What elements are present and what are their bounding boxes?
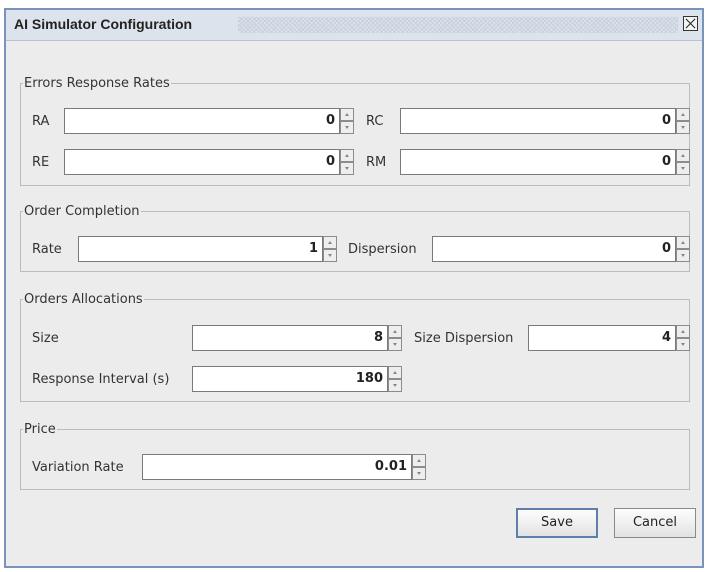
rm-spinner[interactable]: 0	[400, 149, 690, 175]
rm-decrement-button[interactable]	[676, 162, 690, 175]
rm-increment-button[interactable]	[676, 149, 690, 162]
title-bar-texture	[238, 17, 678, 33]
rate-decrement-button[interactable]	[323, 249, 337, 262]
rate-input[interactable]: 1	[78, 236, 323, 262]
rc-increment-button[interactable]	[676, 108, 690, 121]
dispersion-decrement-button[interactable]	[676, 249, 690, 262]
rc-decrement-button[interactable]	[676, 121, 690, 134]
variation-rate-label: Variation Rate	[32, 460, 124, 475]
ra-decrement-button[interactable]	[340, 121, 354, 134]
rate-increment-button[interactable]	[323, 236, 337, 249]
rate-spinner[interactable]: 1	[78, 236, 337, 262]
dispersion-input[interactable]: 0	[432, 236, 676, 262]
variation-rate-spinner[interactable]: 0.01	[142, 454, 426, 480]
rm-input[interactable]: 0	[400, 149, 676, 175]
ra-increment-button[interactable]	[340, 108, 354, 121]
rc-input[interactable]: 0	[400, 108, 676, 134]
size-dispersion-increment-button[interactable]	[676, 325, 690, 338]
rate-label: Rate	[32, 242, 62, 257]
size-input[interactable]: 8	[192, 325, 388, 351]
size-spinner[interactable]: 8	[192, 325, 402, 351]
title-bar[interactable]: AI Simulator Configuration	[6, 10, 702, 41]
ra-input[interactable]: 0	[64, 108, 340, 134]
errors-group-title: Errors Response Rates	[24, 76, 170, 91]
variation-rate-decrement-button[interactable]	[412, 467, 426, 480]
variation-rate-input[interactable]: 0.01	[142, 454, 412, 480]
save-button[interactable]: Save	[516, 508, 598, 538]
response-interval-input[interactable]: 180	[192, 366, 388, 392]
ra-label: RA	[32, 114, 50, 129]
size-label: Size	[32, 331, 59, 346]
size-decrement-button[interactable]	[388, 338, 402, 351]
rc-label: RC	[366, 114, 384, 129]
response-interval-spinner[interactable]: 180	[192, 366, 402, 392]
re-decrement-button[interactable]	[340, 162, 354, 175]
size-dispersion-decrement-button[interactable]	[676, 338, 690, 351]
re-label: RE	[32, 155, 50, 170]
order-completion-title: Order Completion	[24, 204, 140, 219]
ra-spinner[interactable]: 0	[64, 108, 354, 134]
size-increment-button[interactable]	[388, 325, 402, 338]
dialog-window: AI Simulator Configuration Errors Respon…	[4, 8, 704, 568]
size-dispersion-spinner[interactable]: 4	[528, 325, 690, 351]
cancel-button[interactable]: Cancel	[614, 508, 696, 538]
response-interval-label: Response Interval (s)	[32, 372, 170, 387]
re-spinner[interactable]: 0	[64, 149, 354, 175]
size-dispersion-input[interactable]: 4	[528, 325, 676, 351]
response-interval-increment-button[interactable]	[388, 366, 402, 379]
variation-rate-increment-button[interactable]	[412, 454, 426, 467]
price-title: Price	[24, 422, 56, 437]
orders-allocations-title: Orders Allocations	[24, 292, 143, 307]
close-icon[interactable]	[683, 16, 698, 31]
dispersion-spinner[interactable]: 0	[432, 236, 690, 262]
dispersion-increment-button[interactable]	[676, 236, 690, 249]
dispersion-label: Dispersion	[348, 242, 417, 257]
re-input[interactable]: 0	[64, 149, 340, 175]
size-dispersion-label: Size Dispersion	[414, 331, 514, 346]
response-interval-decrement-button[interactable]	[388, 379, 402, 392]
window-title: AI Simulator Configuration	[14, 16, 193, 32]
rm-label: RM	[366, 155, 387, 170]
re-increment-button[interactable]	[340, 149, 354, 162]
rc-spinner[interactable]: 0	[400, 108, 690, 134]
